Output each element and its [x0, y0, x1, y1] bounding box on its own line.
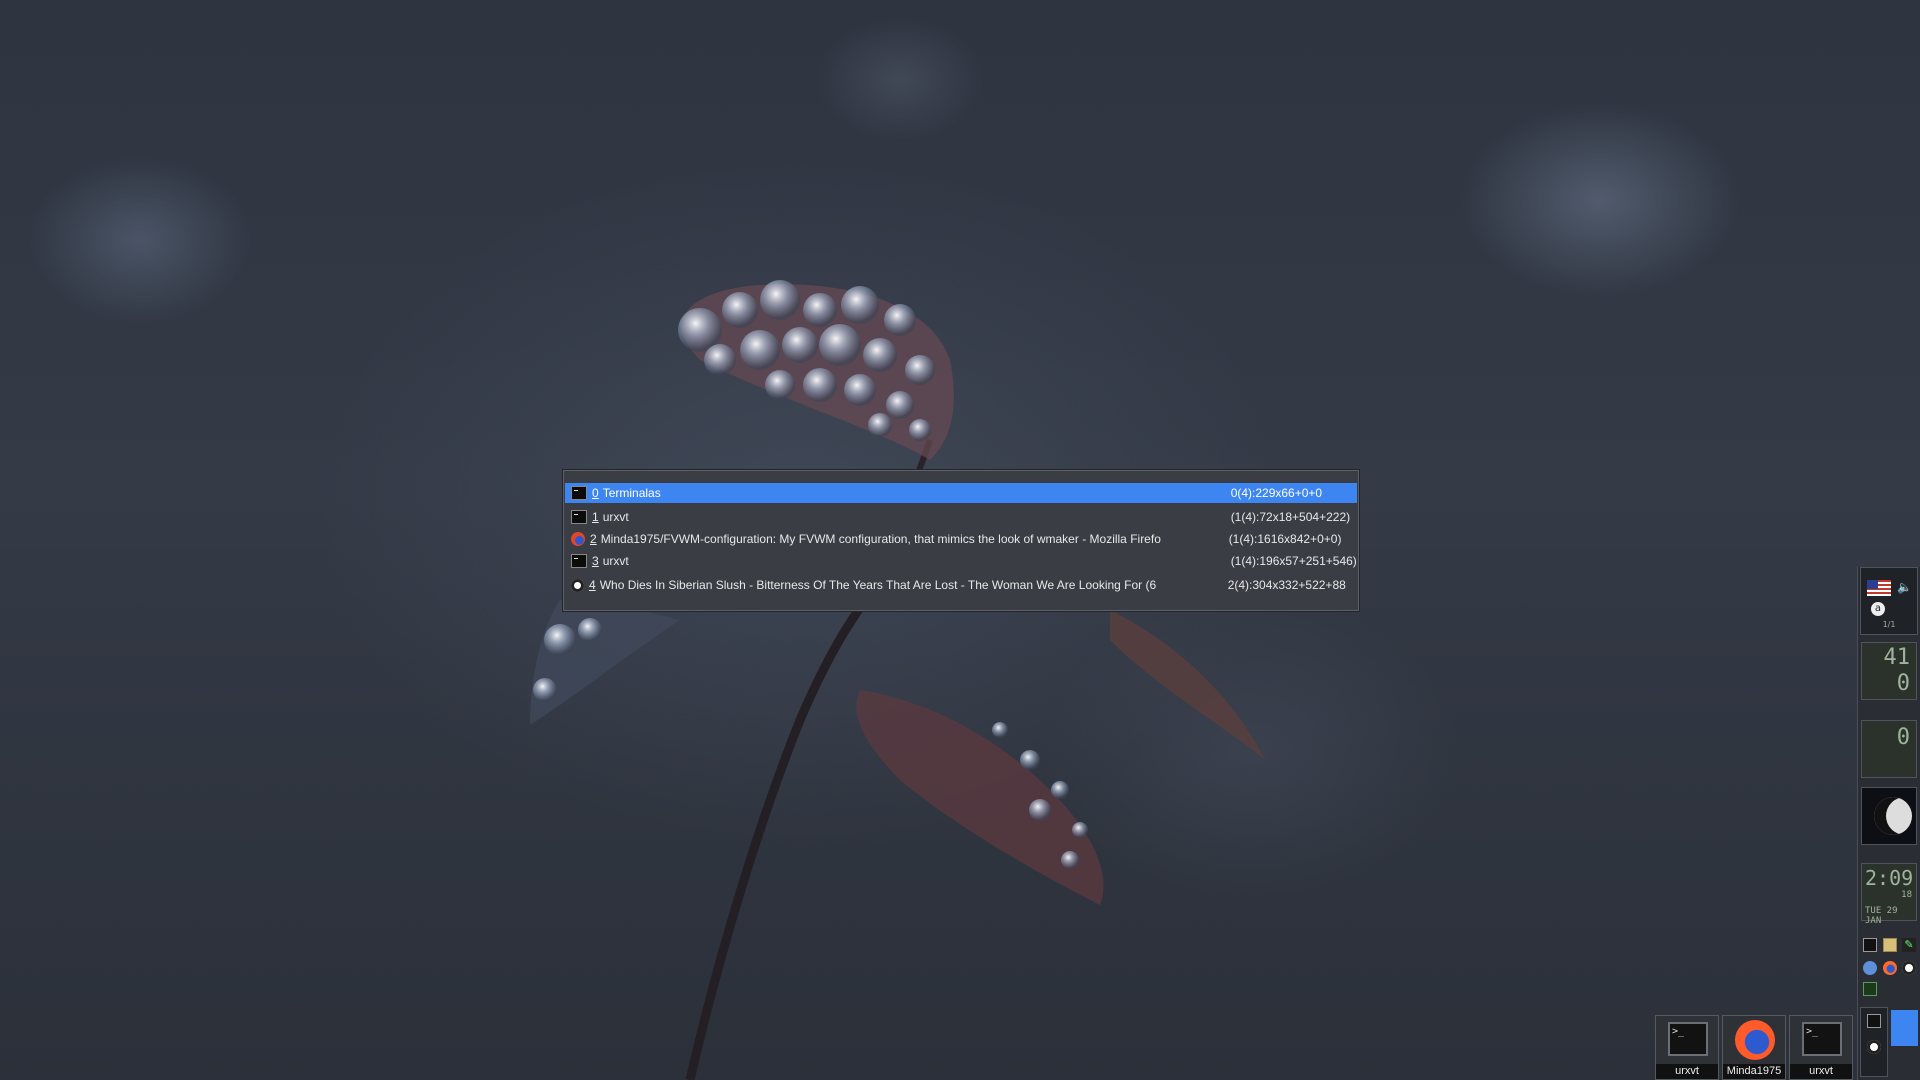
terminal-launcher-icon[interactable] [1863, 938, 1877, 952]
window-geometry: 0(4):229x66+0+0 [1230, 486, 1323, 500]
window-geometry: (1(4):72x18+504+222) [1230, 510, 1351, 524]
music-player-icon [571, 578, 584, 592]
window-title: Minda1975/FVWM-configuration: My FVWM co… [600, 532, 1161, 546]
keyboard-layout-flag-icon[interactable] [1867, 580, 1891, 596]
window-title: Terminalas [602, 486, 661, 500]
window-number: 3 [592, 554, 599, 568]
window-title: Who Dies In Siberian Slush - Bitterness … [599, 578, 1157, 592]
taskbar-item-urxvt[interactable]: >_ urxvt [1655, 1015, 1719, 1080]
window-list-item[interactable]: 4 Who Dies In Siberian Slush - Bitternes… [565, 575, 1357, 595]
window-list-item[interactable]: 0 Terminalas 0(4):229x66+0+0 [565, 483, 1357, 503]
cpu-value: 0 [1896, 725, 1910, 750]
window-number: 0 [592, 486, 599, 500]
memory-top-value: 41 [1883, 645, 1911, 670]
terminal-icon[interactable] [1867, 1014, 1881, 1028]
tray-box: 🔈 a 1/1 [1860, 567, 1918, 635]
terminal-icon [571, 486, 587, 500]
memory-bottom-value: 0 [1896, 671, 1910, 696]
taskbar-item-firefox[interactable]: Minda1975 [1722, 1015, 1786, 1080]
system-monitor-launcher-icon[interactable] [1863, 982, 1877, 996]
clock-seconds: 18 [1901, 890, 1912, 900]
window-list-item[interactable]: 3 urxvt (1(4):196x57+251+546) [565, 551, 1357, 571]
right-dock: 🔈 a 1/1 41 0 0 2:09 18 TUE 29 JAN ✎ [1857, 567, 1920, 1080]
music-player-icon[interactable] [1867, 1040, 1881, 1054]
terminal-icon: >_ [1802, 1022, 1842, 1056]
account-icon[interactable]: a [1871, 602, 1885, 616]
clock-date: TUE 29 JAN [1865, 906, 1898, 926]
terminal-icon [571, 510, 587, 524]
firefox-icon [571, 532, 585, 546]
window-title: urxvt [602, 510, 629, 524]
chromium-launcher-icon[interactable] [1863, 961, 1877, 975]
window-number: 2 [590, 532, 597, 546]
folder-launcher-icon[interactable] [1883, 938, 1897, 952]
memory-monitor: 41 0 [1861, 642, 1917, 700]
cpu-monitor: 0 [1861, 720, 1917, 778]
window-list-popup: 0 Terminalas 0(4):229x66+0+0 1 urxvt (1(… [563, 470, 1359, 611]
window-geometry: 2(4):304x332+522+88 [1227, 578, 1346, 592]
window-title: urxvt [602, 554, 629, 568]
taskbar-item-label: urxvt [1656, 1064, 1718, 1079]
terminal-icon: >_ [1668, 1022, 1708, 1056]
moon-phase-widget [1861, 787, 1917, 845]
taskbar-item-urxvt[interactable]: >_ urxvt [1789, 1015, 1853, 1080]
window-geometry: (1(4):196x57+251+546) [1230, 554, 1357, 568]
window-list-item[interactable]: 1 urxvt (1(4):72x18+504+222) [565, 507, 1357, 527]
taskbar-item-label: Minda1975 [1723, 1064, 1785, 1079]
clock-time: 2:09 [1865, 866, 1914, 890]
moon-icon [1874, 797, 1912, 835]
window-number: 1 [592, 510, 599, 524]
pager[interactable]: 1/1 [1863, 620, 1915, 630]
window-list-item[interactable]: 2 Minda1975/FVWM-configuration: My FVWM … [565, 529, 1357, 549]
firefox-icon [1735, 1020, 1775, 1060]
clock-widget: 2:09 18 TUE 29 JAN [1861, 863, 1917, 926]
music-launcher-icon[interactable] [1902, 961, 1916, 975]
volume-icon[interactable]: 🔈 [1897, 580, 1912, 594]
editor-launcher-icon[interactable]: ✎ [1902, 938, 1916, 952]
pager-label: 1/1 [1882, 620, 1896, 629]
window-number: 4 [589, 578, 596, 592]
mini-pager-box [1860, 1007, 1888, 1077]
window-geometry: (1(4):1616x842+0+0) [1228, 532, 1342, 546]
terminal-icon [571, 554, 587, 568]
active-desktop-indicator[interactable] [1891, 1010, 1918, 1046]
taskbar-item-label: urxvt [1790, 1064, 1852, 1079]
firefox-launcher-icon[interactable] [1883, 961, 1897, 975]
